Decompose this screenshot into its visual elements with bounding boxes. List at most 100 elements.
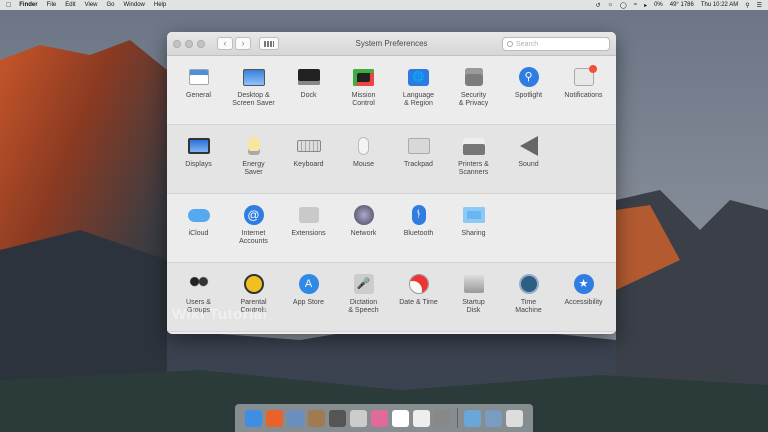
language-icon: 🌐	[407, 65, 431, 89]
pane-label: Dock	[300, 92, 317, 99]
search-input[interactable]: Search	[502, 37, 610, 51]
pane-sharing[interactable]: Sharing	[446, 194, 501, 262]
wifi-icon[interactable]: ≈	[634, 2, 637, 8]
pane-label: Accessibility	[564, 299, 603, 306]
pane-dock[interactable]: Dock	[281, 56, 336, 124]
notification-center-icon[interactable]: ☰	[757, 2, 762, 9]
zoom-window-button[interactable]	[197, 39, 205, 48]
time-machine-icon	[517, 272, 541, 296]
pane-startup-disk[interactable]: Startup Disk	[446, 263, 501, 331]
extensions-icon	[297, 203, 321, 227]
menu-edit[interactable]: Edit	[65, 2, 75, 8]
pane-label: Network	[350, 230, 377, 237]
volume-icon[interactable]: ▸	[644, 2, 647, 9]
menu-file[interactable]: File	[47, 2, 57, 8]
minimize-window-button[interactable]	[185, 39, 193, 48]
pane-appstore[interactable]: A App Store	[281, 263, 336, 331]
startup-disk-icon	[462, 272, 486, 296]
sync-icon[interactable]: ↺	[596, 2, 601, 9]
pane-notifications[interactable]: Notifications	[556, 56, 611, 124]
pane-general[interactable]: General	[171, 56, 226, 124]
preview-icon[interactable]	[287, 409, 304, 427]
pane-datetime[interactable]: Date & Time	[391, 263, 446, 331]
textedit-icon[interactable]	[413, 409, 430, 427]
launchpad-icon[interactable]	[329, 409, 346, 427]
spotlight-menu-icon[interactable]: ⚲	[745, 2, 749, 9]
internet-accounts-icon: @	[242, 203, 266, 227]
accessibility-icon: ★	[572, 272, 596, 296]
spotlight-icon: ⚲	[517, 65, 541, 89]
pane-sound[interactable]: Sound	[501, 125, 556, 193]
pane-time-machine[interactable]: Time Machine	[501, 263, 556, 331]
close-window-button[interactable]	[173, 39, 181, 48]
trash-icon[interactable]	[506, 409, 523, 427]
mission-control-icon	[352, 65, 376, 89]
pane-label: Printers & Scanners	[458, 161, 489, 176]
pane-icloud[interactable]: iCloud	[171, 194, 226, 262]
pane-language[interactable]: 🌐 Language & Region	[391, 56, 446, 124]
pane-internet-accounts[interactable]: @ Internet Accounts	[226, 194, 281, 262]
pane-printer[interactable]: Printers & Scanners	[446, 125, 501, 193]
notifications-icon	[572, 65, 597, 89]
forward-button[interactable]: ›	[235, 37, 251, 50]
pane-label: General	[186, 92, 211, 99]
pane-bluetooth[interactable]: ᚬ Bluetooth	[391, 194, 446, 262]
preference-panes: General Desktop & Screen Saver Dock Mission…	[167, 56, 616, 332]
pane-security[interactable]: Security & Privacy	[446, 56, 501, 124]
pane-energy[interactable]: Energy Saver	[226, 125, 281, 193]
pane-mission-control[interactable]: Mission Control	[336, 56, 391, 124]
pane-trackpad[interactable]: Trackpad	[391, 125, 446, 193]
general-icon	[187, 65, 211, 89]
system-preferences-window: ‹ › System Preferences Search General Des…	[167, 32, 616, 334]
menu-view[interactable]: View	[85, 2, 98, 8]
dock-icon	[297, 65, 321, 89]
pane-spotlight[interactable]: ⚲ Spotlight	[501, 56, 556, 124]
security-icon	[462, 65, 486, 89]
temperature-status[interactable]: 49° 1786	[670, 2, 694, 8]
back-button[interactable]: ‹	[217, 37, 233, 50]
keyboard-icon	[296, 134, 321, 158]
pane-label: Date & Time	[399, 299, 438, 306]
brightness-icon[interactable]: ☼	[608, 2, 614, 8]
finder-icon[interactable]	[245, 409, 262, 427]
clock-status-icon[interactable]: ◯	[620, 2, 627, 9]
system-prefs-icon[interactable]	[434, 409, 451, 427]
menu-window[interactable]: Window	[124, 2, 145, 8]
bluetooth-icon: ᚬ	[407, 203, 431, 227]
itunes-icon[interactable]	[371, 409, 388, 427]
pane-label: Displays	[185, 161, 212, 168]
pane-mouse[interactable]: Mouse	[336, 125, 391, 193]
traffic-lights	[173, 39, 209, 48]
show-all-button[interactable]	[259, 37, 279, 50]
window-titlebar[interactable]: ‹ › System Preferences Search	[167, 32, 616, 56]
preferences-section: iCloud @ Internet Accounts Extensions Networ…	[167, 194, 616, 263]
contacts-icon[interactable]	[308, 409, 325, 427]
firefox-icon[interactable]	[266, 409, 283, 427]
pane-network[interactable]: Network	[336, 194, 391, 262]
downloads-icon[interactable]	[485, 409, 502, 427]
calendar-icon[interactable]	[392, 409, 409, 427]
sharing-icon	[462, 203, 486, 227]
pane-desktop[interactable]: Desktop & Screen Saver	[226, 56, 281, 124]
pane-label: Mouse	[352, 161, 374, 168]
pane-extensions[interactable]: Extensions	[281, 194, 336, 262]
menubar-clock[interactable]: Thu 10:22 AM	[701, 2, 738, 8]
menu-app-name[interactable]: Finder	[19, 2, 37, 8]
dock-separator	[457, 408, 458, 428]
sound-icon	[517, 134, 541, 158]
menu-help[interactable]: Help	[154, 2, 166, 8]
mouse-icon	[352, 134, 376, 158]
pane-accessibility[interactable]: ★ Accessibility	[556, 263, 611, 331]
pane-label: App Store	[292, 299, 325, 306]
datetime-icon	[407, 272, 431, 296]
pane-label: Sound	[518, 161, 539, 168]
folder-icon[interactable]	[464, 409, 481, 427]
pane-displays[interactable]: Displays	[171, 125, 226, 193]
trackpad-icon	[407, 134, 431, 158]
battery-status[interactable]: 0%	[654, 2, 663, 8]
menu-go[interactable]: Go	[107, 2, 115, 8]
pane-dictation[interactable]: 🎤 Dictation & Speech	[336, 263, 391, 331]
pane-keyboard[interactable]: Keyboard	[281, 125, 336, 193]
photos-icon[interactable]	[350, 409, 367, 427]
apple-menu-icon[interactable]: 	[6, 2, 11, 9]
